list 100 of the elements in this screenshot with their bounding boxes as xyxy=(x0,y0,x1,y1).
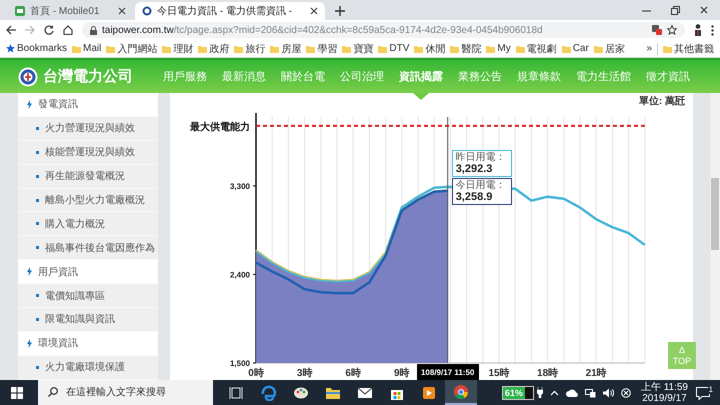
menu-item[interactable]: 火力電廠環境保護 xyxy=(18,356,158,379)
menu-item[interactable]: 電價知識專區 xyxy=(18,284,158,308)
folder-icon xyxy=(342,44,352,52)
folder-icon xyxy=(198,44,208,52)
bookmark-folder[interactable]: Car xyxy=(562,43,589,54)
cloud-icon[interactable] xyxy=(566,388,578,396)
clock-date[interactable]: 2019/9/17 xyxy=(642,392,687,404)
axis-label: 1,500 xyxy=(230,359,250,368)
scrollbar[interactable] xyxy=(710,93,720,380)
menu-item[interactable]: 離島小型火力電廠概況 xyxy=(18,188,158,212)
bookmark-folder[interactable]: 電視劇 xyxy=(516,42,557,56)
bookmark-folder[interactable]: 旅行 xyxy=(234,42,266,56)
tooltip-label: 昨日用電： xyxy=(456,152,507,163)
folder-icon xyxy=(234,44,244,52)
player-icon[interactable] xyxy=(421,384,437,400)
bookmark-folder[interactable]: 寶寶 xyxy=(342,42,374,56)
error-icon[interactable] xyxy=(620,388,631,398)
bookmark-folder[interactable]: 醫院 xyxy=(450,42,482,56)
url-text: taipower.com.tw/tc/page.aspx?mid=206&cid=402&cchk=8c59a5ca-9174-4d2e-93e4-0454b906018d xyxy=(102,24,544,36)
bookmarks-link[interactable]: Bookmarks xyxy=(6,43,68,54)
restore-icon[interactable] xyxy=(671,6,680,14)
bookmark-folder[interactable]: 學習 xyxy=(306,42,338,56)
close-icon[interactable] xyxy=(310,7,318,15)
clock-time[interactable]: 上午 11:59 xyxy=(640,382,688,392)
bookmark-folder[interactable]: My xyxy=(486,43,511,54)
task-view-icon[interactable] xyxy=(229,384,245,400)
star-icon[interactable] xyxy=(667,25,677,35)
chevron-up-icon[interactable] xyxy=(550,390,559,396)
logo-icon xyxy=(18,66,38,86)
folder-icon xyxy=(486,44,496,52)
axis-label: 3,300 xyxy=(230,182,250,191)
folder-icon xyxy=(516,44,525,52)
bookmark-folder[interactable]: 其他書籤 xyxy=(663,42,714,56)
folder-icon xyxy=(594,44,603,52)
back-icon[interactable] xyxy=(6,25,16,35)
plug-icon[interactable] xyxy=(536,387,543,398)
axis-label: 21時 xyxy=(586,368,607,379)
menu-item[interactable]: 火力營運現況與績效 xyxy=(18,116,158,140)
bookmark-folder[interactable]: 房屋 xyxy=(270,42,302,56)
bullet-icon xyxy=(36,294,39,298)
axis-label: 6時 xyxy=(345,368,361,379)
browser-icon[interactable] xyxy=(453,384,469,400)
plus-icon[interactable] xyxy=(335,6,345,16)
bookmark-folder[interactable]: 入門網站 xyxy=(106,42,158,56)
bookmark-folder[interactable]: 居家 xyxy=(594,42,625,56)
browser-tab[interactable]: 今日電力資訊 - 電力供需資訊 - xyxy=(135,2,325,20)
notification-button[interactable]: 1 xyxy=(696,384,714,400)
network-icon[interactable] xyxy=(584,388,596,398)
axis-label: 9時 xyxy=(394,368,410,379)
browser-icon[interactable] xyxy=(261,384,277,400)
bullet-icon xyxy=(36,174,39,178)
folder-icon xyxy=(162,44,172,52)
site-icon xyxy=(142,6,152,16)
menu-section[interactable]: 發電資訊 xyxy=(18,93,158,116)
reload-icon[interactable] xyxy=(44,25,54,35)
bullet-icon xyxy=(36,198,39,202)
bullet-icon xyxy=(36,126,39,130)
tooltip-label: 今日用電： xyxy=(456,180,507,191)
scroll-thumb[interactable] xyxy=(711,178,719,250)
menu-item[interactable]: 購入電力概況 xyxy=(18,212,158,236)
capacity-label: 最大供電能力 xyxy=(190,122,250,133)
close-icon[interactable] xyxy=(118,7,126,15)
pointer-icon xyxy=(413,93,429,100)
site-icon xyxy=(15,6,25,16)
mail-icon[interactable] xyxy=(357,384,373,400)
windows-icon[interactable] xyxy=(11,386,23,398)
bookmark-folder[interactable]: 休閒 xyxy=(414,42,446,56)
lock-icon xyxy=(90,26,97,34)
menu-section[interactable]: 環境資訊 xyxy=(18,332,158,355)
bookmark-folder[interactable]: 理財 xyxy=(162,42,194,56)
browser-tab[interactable]: 首頁 - Mobile01 xyxy=(8,2,133,20)
close-icon[interactable] xyxy=(700,6,708,14)
menu-item[interactable]: 福島事件後台電因應作為 xyxy=(18,236,158,260)
lightning-icon xyxy=(27,267,32,276)
menu-item[interactable]: 限電知識與資訊 xyxy=(18,308,158,331)
time-label: 108/9/17 11:50 xyxy=(416,364,479,380)
palette-icon[interactable] xyxy=(293,384,309,400)
address-bar[interactable]: taipower.com.tw/tc/page.aspx?mid=206&cid=402&cchk=8c59a5ca-9174-4d2e-93e4-0454b906018d xyxy=(82,22,685,38)
bullet-icon xyxy=(36,366,39,369)
menu-item[interactable]: 再生能源發電概況 xyxy=(18,164,158,188)
bookmark-folder[interactable]: DTV xyxy=(378,43,410,54)
axis-label: 0時 xyxy=(248,368,264,379)
folder-icon xyxy=(450,44,460,52)
folder-icon xyxy=(378,44,388,52)
bookmark-folder[interactable]: Mail xyxy=(72,43,102,54)
home-icon[interactable] xyxy=(63,25,73,35)
menu-icon[interactable] xyxy=(711,24,714,36)
avatar-icon[interactable] xyxy=(694,24,702,36)
menu-section[interactable]: 用戶資訊 xyxy=(18,260,158,284)
search-field[interactable]: 在這裡輸入文字來搜尋 xyxy=(38,380,213,405)
menu-item[interactable]: 核能營運現況與績效 xyxy=(18,140,158,164)
bookmark-folder[interactable]: 政府 xyxy=(198,42,230,56)
folder-icon xyxy=(270,44,280,52)
folder-icon xyxy=(72,44,82,52)
folder-icon xyxy=(663,44,672,52)
axis-label: 18時 xyxy=(537,368,558,379)
folder-icon xyxy=(306,44,316,52)
volume-icon[interactable] xyxy=(602,388,614,398)
more-bookmarks-button[interactable]: » xyxy=(646,43,652,54)
bullet-icon xyxy=(36,222,39,226)
